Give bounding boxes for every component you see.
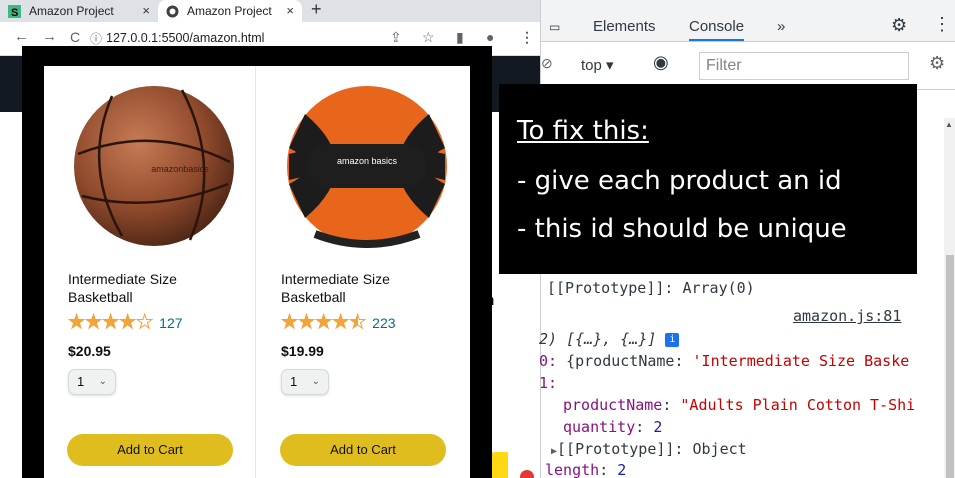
clear-console-icon[interactable]: ⊘: [541, 55, 553, 72]
console-settings-gear-icon[interactable]: ⚙: [929, 53, 945, 74]
console-prop-length: length: 2: [545, 461, 627, 478]
console-source-link[interactable]: amazon.js:81: [793, 307, 901, 325]
product-image-brand-text: amazon basics: [337, 156, 398, 166]
item-key: {productName: [566, 352, 675, 370]
add-to-cart-button[interactable]: Add to Cart: [280, 434, 446, 466]
chevron-down-icon: ⌄: [98, 376, 107, 387]
rating-stars: ★★★★★ ★★★★★: [67, 312, 153, 333]
live-server-icon: S: [8, 4, 21, 18]
callout-heading: To fix this:: [517, 116, 649, 146]
settings-gear-icon[interactable]: ⚙: [891, 15, 907, 36]
star-filled-icons: ★★★★★: [281, 313, 358, 333]
console-scrollbar-thumb[interactable]: [946, 255, 954, 478]
prop-key: length: [545, 461, 600, 478]
url-field[interactable]: 127.0.0.1:5500/amazon.html: [106, 31, 264, 45]
prop-value: 2: [617, 461, 627, 478]
quantity-value: 1: [290, 374, 298, 389]
info-badge-icon: i: [665, 332, 680, 347]
tab-amazon-project-1[interactable]: S Amazon Project ×: [0, 0, 158, 22]
share-icon[interactable]: ⇪: [390, 29, 402, 46]
side-panel-icon[interactable]: ▮: [456, 29, 464, 46]
scroll-up-arrow-icon[interactable]: ▲: [945, 120, 953, 129]
globe-icon: [166, 5, 179, 18]
prop-key: quantity: [563, 418, 636, 436]
item-index: 1: [539, 374, 549, 392]
tab-title: Amazon Project: [29, 4, 114, 18]
reload-button[interactable]: C: [70, 29, 80, 45]
devtools-tab-bar: ▭ Elements Console » ⚙ ⋮: [541, 0, 955, 42]
product-image-brand-text: amazonbasics: [151, 164, 209, 174]
prop-text: [[Prototype]]: Object: [557, 440, 747, 458]
console-prop-quantity: quantity: 2: [563, 418, 663, 436]
prop-key: productName: [563, 396, 663, 414]
context-value: top: [581, 57, 602, 74]
product-price: $20.95: [68, 343, 111, 359]
tab-title: Amazon Project: [187, 4, 272, 18]
product-card: amazonbasics Intermediate Size Basketbal…: [44, 66, 256, 478]
quantity-value: 1: [77, 374, 85, 389]
tab-bar: S Amazon Project × Amazon Project × +: [0, 0, 540, 22]
product-name: Intermediate Size Basketball: [68, 271, 177, 305]
tab-amazon-project-2[interactable]: Amazon Project ×: [158, 0, 302, 22]
inspect-icon[interactable]: ▭: [549, 20, 560, 34]
site-info-icon[interactable]: ⓘ: [90, 30, 102, 47]
add-to-cart-button[interactable]: Add to Cart: [67, 434, 233, 466]
new-tab-button[interactable]: +: [311, 0, 322, 20]
devtools-menu-icon[interactable]: ⋮: [933, 14, 951, 35]
console-prop-product-name: productName: "Adults Plain Cotton T-Shi: [563, 396, 916, 414]
quantity-select[interactable]: 1 ⌄: [281, 369, 329, 395]
products-grid: amazonbasics Intermediate Size Basketbal…: [44, 66, 470, 478]
rating-stars: ★★★★★ ★★★★★: [280, 312, 366, 333]
console-item-0[interactable]: 0: {productName: 'Intermediate Size Bask…: [539, 352, 909, 370]
console-line-prototype-array: [[Prototype]]: Array(0): [547, 279, 755, 297]
product-name: Intermediate Size Basketball: [281, 271, 390, 305]
context-select[interactable]: top ▾: [581, 56, 614, 74]
back-button[interactable]: ←: [14, 28, 29, 45]
product-image-basketball-brown[interactable]: amazonbasics: [72, 84, 236, 248]
rating-count-link[interactable]: 223: [372, 315, 395, 331]
console-filter-input[interactable]: Filter: [699, 52, 909, 80]
chevron-down-icon: ⌄: [311, 376, 320, 387]
array-summary-text: 2) [{…}, {…}]: [539, 330, 657, 348]
console-array-summary[interactable]: 2) [{…}, {…}] i: [539, 330, 680, 348]
prop-value: "Adults Plain Cotton T-Shi: [680, 396, 916, 414]
item-index: 0: [539, 352, 549, 370]
bookmark-star-icon[interactable]: ☆: [422, 29, 435, 46]
rating-count-link[interactable]: 127: [159, 315, 182, 331]
cursor-highlight: [520, 470, 534, 478]
prop-value: 2: [653, 418, 663, 436]
item-value: 'Intermediate Size Baske: [692, 352, 910, 370]
tab-console[interactable]: Console: [689, 18, 745, 41]
product-rating: ★★★★★ ★★★★★ 223: [280, 312, 395, 333]
quantity-select[interactable]: 1 ⌄: [68, 369, 116, 395]
callout-line-2: - this id should be unique: [517, 214, 847, 244]
zoomed-products-overlay: amazonbasics Intermediate Size Basketbal…: [22, 46, 492, 478]
eye-icon[interactable]: ◉: [653, 52, 669, 73]
close-tab-icon[interactable]: ×: [286, 3, 294, 18]
star-filled-icons: ★★★★★: [68, 313, 137, 333]
svg-text:S: S: [11, 7, 18, 18]
profile-icon[interactable]: ●: [486, 29, 494, 45]
product-price: $19.99: [281, 343, 324, 359]
menu-kebab-icon[interactable]: ⋮: [520, 29, 534, 46]
console-prop-prototype-object[interactable]: ▶[[Prototype]]: Object: [551, 440, 747, 458]
tab-elements[interactable]: Elements: [593, 18, 656, 35]
console-item-1[interactable]: 1:: [539, 374, 557, 392]
product-image-basketball-orange[interactable]: amazon basics: [285, 84, 449, 248]
product-card: amazon basics Intermediate Size Basketba…: [257, 66, 469, 478]
forward-button[interactable]: →: [42, 28, 57, 45]
product-rating: ★★★★★ ★★★★★ 127: [67, 312, 182, 333]
close-tab-icon[interactable]: ×: [142, 3, 150, 18]
annotation-callout: To fix this: - give each product an id -…: [499, 84, 917, 274]
callout-line-1: - give each product an id: [517, 166, 842, 196]
console-toolbar: ⊘ top ▾ ◉ Filter ⚙: [541, 42, 955, 90]
more-tabs-button[interactable]: »: [777, 18, 785, 35]
